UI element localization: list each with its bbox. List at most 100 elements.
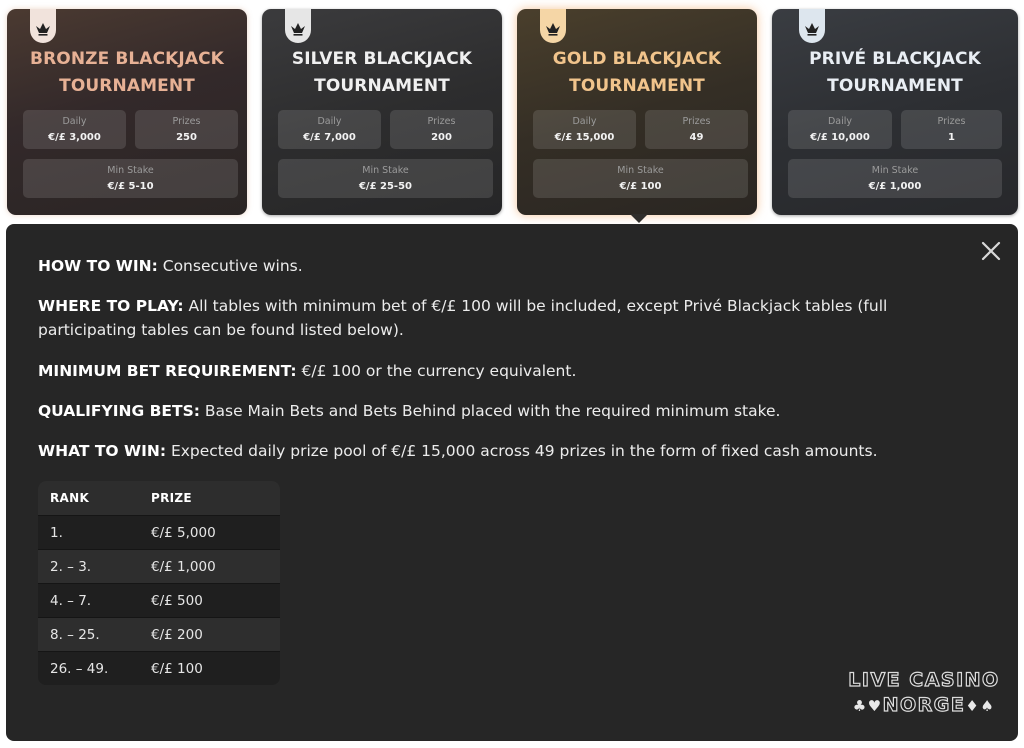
rank-cell: 1. [50,524,63,541]
prize-cell: €/£ 200 [151,626,203,643]
daily-label: Daily [317,116,342,127]
rank-header: RANK [50,491,90,505]
table-row: 4. – 7. €/£ 500 [38,583,280,617]
prizes-label: Prizes [172,116,201,127]
prizes-stat: Prizes 200 [390,110,493,149]
selected-card-pointer [630,214,648,223]
prize-cell: €/£ 1,000 [151,558,216,575]
card-bronze[interactable]: BRONZE BLACKJACK TOURNAMENT Daily €/£ 3,… [7,9,247,215]
rank-cell: 4. – 7. [50,592,92,609]
tournament-details-panel: HOW TO WIN: Consecutive wins. WHERE TO P… [6,224,1018,741]
badge [799,9,825,43]
daily-stat: Daily €/£ 7,000 [278,110,381,149]
min-stake-stat: Min Stake €/£ 100 [533,159,748,198]
live-casino-norge-logo: LIVE CASINO ♣♥NORGE♦♠ [844,667,1004,727]
table-row: 8. – 25. €/£ 200 [38,617,280,651]
min-stake-value: €/£ 1,000 [868,181,922,192]
logo-line1: LIVE CASINO [848,668,1000,691]
prizes-value: 250 [176,132,197,143]
min-stake-value: €/£ 25-50 [358,181,413,192]
rank-cell: 26. – 49. [50,660,109,677]
how-to-win: HOW TO WIN: Consecutive wins. [38,254,988,278]
table-row: 2. – 3. €/£ 1,000 [38,549,280,583]
badge [30,9,56,43]
daily-stat: Daily €/£ 3,000 [23,110,126,149]
card-title-line1: GOLD BLACKJACK [552,49,722,69]
badge [540,9,566,43]
how-to-win-label: HOW TO WIN: [38,257,158,275]
prizes-label: Prizes [427,116,456,127]
tournament-page: BRONZE BLACKJACK TOURNAMENT Daily €/£ 3,… [0,0,1024,748]
prize-table: RANK PRIZE 1. €/£ 5,000 2. – 3. €/£ 1,00… [38,481,280,685]
prize-cell: €/£ 5,000 [151,524,216,541]
crown-icon [36,23,50,36]
daily-stat: Daily €/£ 15,000 [533,110,636,149]
daily-label: Daily [62,116,87,127]
prize-cell: €/£ 500 [151,592,203,609]
card-title-line1: SILVER BLACKJACK [291,49,473,69]
min-stake-label: Min Stake [617,165,664,176]
logo-line2-wrap: ♣♥NORGE♦♠ [844,693,1004,718]
prizes-value: 1 [948,132,955,143]
card-prive[interactable]: PRIVÉ BLACKJACK TOURNAMENT Daily €/£ 10,… [772,9,1018,215]
daily-stat: Daily €/£ 10,000 [788,110,892,149]
how-to-win-text: Consecutive wins. [157,257,303,275]
card-title-line2: TOURNAMENT [314,76,450,96]
min-stake-value: €/£ 5-10 [107,181,154,192]
minimum-bet-requirement: MINIMUM BET REQUIREMENT: €/£ 100 or the … [38,359,988,383]
min-stake-stat: Min Stake €/£ 5-10 [23,159,238,198]
min-stake-stat: Min Stake €/£ 1,000 [788,159,1002,198]
crown-icon [291,23,305,36]
rank-cell: 8. – 25. [50,626,100,643]
card-gold[interactable]: GOLD BLACKJACK TOURNAMENT Daily €/£ 15,0… [517,9,757,215]
what-to-win: WHAT TO WIN: Expected daily prize pool o… [38,439,988,463]
qualifying-bets: QUALIFYING BETS: Base Main Bets and Bets… [38,399,988,423]
card-title-line2: TOURNAMENT [827,76,963,96]
card-silver[interactable]: SILVER BLACKJACK TOURNAMENT Daily €/£ 7,… [262,9,502,215]
table-row: 26. – 49. €/£ 100 [38,651,280,685]
card-title: GOLD BLACKJACK TOURNAMENT [517,46,757,100]
card-title-line2: TOURNAMENT [59,76,195,96]
prizes-stat: Prizes 49 [645,110,748,149]
what-to-win-text: Expected daily prize pool of €/£ 15,000 … [166,442,878,460]
suits-left-icon: ♣♥ [852,697,883,715]
minimum-bet-label: MINIMUM BET REQUIREMENT: [38,362,297,380]
daily-value: €/£ 10,000 [810,132,870,143]
daily-value: €/£ 3,000 [48,132,101,143]
prizes-stat: Prizes 250 [135,110,238,149]
what-to-win-label: WHAT TO WIN: [38,442,167,460]
qualifying-bets-label: QUALIFYING BETS: [38,402,200,420]
where-to-play-label: WHERE TO PLAY: [38,297,184,315]
prizes-value: 200 [431,132,452,143]
min-stake-stat: Min Stake €/£ 25-50 [278,159,493,198]
badge [285,9,311,43]
table-row: 1. €/£ 5,000 [38,515,280,549]
daily-value: €/£ 7,000 [303,132,356,143]
suits-right-icon: ♦♠ [965,697,996,715]
card-title: SILVER BLACKJACK TOURNAMENT [262,46,502,100]
min-stake-label: Min Stake [362,165,409,176]
card-title-line1: BRONZE BLACKJACK [30,49,224,69]
qualifying-bets-text: Base Main Bets and Bets Behind placed wi… [199,402,781,420]
daily-value: €/£ 15,000 [554,132,615,143]
prizes-value: 49 [689,132,704,143]
min-stake-label: Min Stake [107,165,154,176]
min-stake-label: Min Stake [871,165,919,176]
daily-label: Daily [827,116,853,127]
card-title: PRIVÉ BLACKJACK TOURNAMENT [772,46,1018,100]
prizes-stat: Prizes 1 [901,110,1002,149]
table-header: RANK PRIZE [38,481,280,515]
prize-cell: €/£ 100 [151,660,203,677]
prize-header: PRIZE [151,491,192,505]
crown-icon [805,23,819,36]
prizes-label: Prizes [937,116,966,127]
minimum-bet-text: €/£ 100 or the currency equivalent. [296,362,577,380]
prizes-label: Prizes [682,116,711,127]
card-title: BRONZE BLACKJACK TOURNAMENT [7,46,247,100]
where-to-play: WHERE TO PLAY: All tables with minimum b… [38,294,988,342]
rank-cell: 2. – 3. [50,558,92,575]
daily-label: Daily [572,116,597,127]
tournament-cards: BRONZE BLACKJACK TOURNAMENT Daily €/£ 3,… [7,9,1018,215]
crown-icon [546,23,560,36]
card-title-line2: TOURNAMENT [569,76,705,96]
